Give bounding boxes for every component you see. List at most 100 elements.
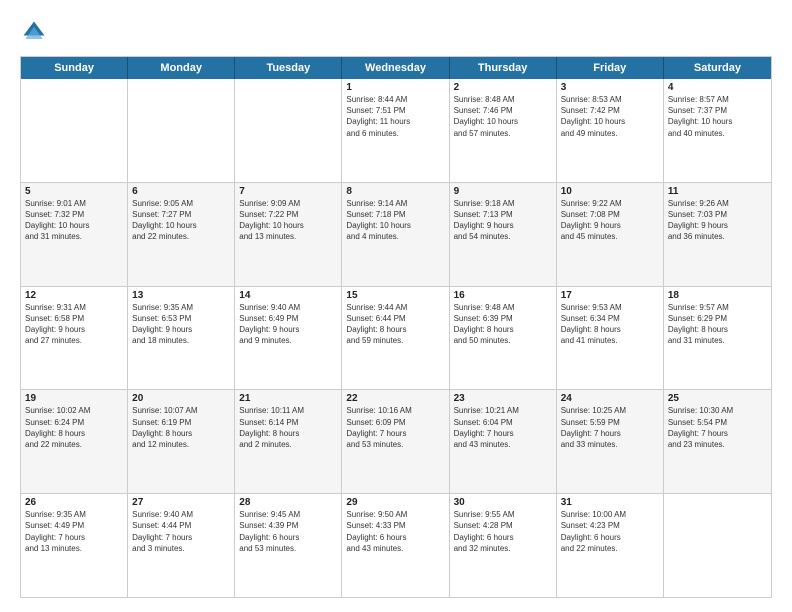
calendar-cell: 21Sunrise: 10:11 AM Sunset: 6:14 PM Dayl… [235, 390, 342, 493]
calendar-cell: 12Sunrise: 9:31 AM Sunset: 6:58 PM Dayli… [21, 287, 128, 390]
calendar-cell: 15Sunrise: 9:44 AM Sunset: 6:44 PM Dayli… [342, 287, 449, 390]
day-number: 7 [239, 186, 337, 197]
cell-info: Sunrise: 10:11 AM Sunset: 6:14 PM Daylig… [239, 405, 337, 450]
day-number: 25 [668, 393, 767, 404]
calendar-cell: 14Sunrise: 9:40 AM Sunset: 6:49 PM Dayli… [235, 287, 342, 390]
calendar-row: 12Sunrise: 9:31 AM Sunset: 6:58 PM Dayli… [21, 286, 771, 390]
day-number: 3 [561, 82, 659, 93]
day-number: 2 [454, 82, 552, 93]
day-number: 15 [346, 290, 444, 301]
calendar-cell: 10Sunrise: 9:22 AM Sunset: 7:08 PM Dayli… [557, 183, 664, 286]
calendar-cell: 30Sunrise: 9:55 AM Sunset: 4:28 PM Dayli… [450, 494, 557, 597]
cell-info: Sunrise: 10:07 AM Sunset: 6:19 PM Daylig… [132, 405, 230, 450]
calendar-cell: 9Sunrise: 9:18 AM Sunset: 7:13 PM Daylig… [450, 183, 557, 286]
calendar-cell: 5Sunrise: 9:01 AM Sunset: 7:32 PM Daylig… [21, 183, 128, 286]
day-number: 27 [132, 497, 230, 508]
calendar-cell: 26Sunrise: 9:35 AM Sunset: 4:49 PM Dayli… [21, 494, 128, 597]
calendar-cell: 3Sunrise: 8:53 AM Sunset: 7:42 PM Daylig… [557, 79, 664, 182]
calendar-cell: 17Sunrise: 9:53 AM Sunset: 6:34 PM Dayli… [557, 287, 664, 390]
day-number: 12 [25, 290, 123, 301]
calendar-cell: 27Sunrise: 9:40 AM Sunset: 4:44 PM Dayli… [128, 494, 235, 597]
calendar-row: 1Sunrise: 8:44 AM Sunset: 7:51 PM Daylig… [21, 79, 771, 182]
cell-info: Sunrise: 9:55 AM Sunset: 4:28 PM Dayligh… [454, 509, 552, 554]
cell-info: Sunrise: 9:09 AM Sunset: 7:22 PM Dayligh… [239, 198, 337, 243]
day-number: 30 [454, 497, 552, 508]
calendar-body: 1Sunrise: 8:44 AM Sunset: 7:51 PM Daylig… [21, 79, 771, 597]
day-number: 24 [561, 393, 659, 404]
weekday-header: Thursday [450, 57, 557, 79]
day-number: 20 [132, 393, 230, 404]
page: SundayMondayTuesdayWednesdayThursdayFrid… [0, 0, 792, 612]
cell-info: Sunrise: 9:35 AM Sunset: 4:49 PM Dayligh… [25, 509, 123, 554]
cell-info: Sunrise: 9:45 AM Sunset: 4:39 PM Dayligh… [239, 509, 337, 554]
weekday-header: Friday [557, 57, 664, 79]
day-number: 1 [346, 82, 444, 93]
cell-info: Sunrise: 10:02 AM Sunset: 6:24 PM Daylig… [25, 405, 123, 450]
cell-info: Sunrise: 9:53 AM Sunset: 6:34 PM Dayligh… [561, 302, 659, 347]
calendar-cell: 8Sunrise: 9:14 AM Sunset: 7:18 PM Daylig… [342, 183, 449, 286]
calendar-cell: 1Sunrise: 8:44 AM Sunset: 7:51 PM Daylig… [342, 79, 449, 182]
day-number: 10 [561, 186, 659, 197]
calendar-cell: 4Sunrise: 8:57 AM Sunset: 7:37 PM Daylig… [664, 79, 771, 182]
calendar-header: SundayMondayTuesdayWednesdayThursdayFrid… [21, 57, 771, 79]
calendar: SundayMondayTuesdayWednesdayThursdayFrid… [20, 56, 772, 598]
calendar-cell: 31Sunrise: 10:00 AM Sunset: 4:23 PM Dayl… [557, 494, 664, 597]
calendar-cell [664, 494, 771, 597]
calendar-cell: 11Sunrise: 9:26 AM Sunset: 7:03 PM Dayli… [664, 183, 771, 286]
cell-info: Sunrise: 10:30 AM Sunset: 5:54 PM Daylig… [668, 405, 767, 450]
calendar-cell: 13Sunrise: 9:35 AM Sunset: 6:53 PM Dayli… [128, 287, 235, 390]
calendar-cell: 6Sunrise: 9:05 AM Sunset: 7:27 PM Daylig… [128, 183, 235, 286]
weekday-header: Tuesday [235, 57, 342, 79]
day-number: 26 [25, 497, 123, 508]
calendar-cell: 7Sunrise: 9:09 AM Sunset: 7:22 PM Daylig… [235, 183, 342, 286]
calendar-cell: 28Sunrise: 9:45 AM Sunset: 4:39 PM Dayli… [235, 494, 342, 597]
header [20, 18, 772, 46]
calendar-cell: 23Sunrise: 10:21 AM Sunset: 6:04 PM Dayl… [450, 390, 557, 493]
calendar-row: 19Sunrise: 10:02 AM Sunset: 6:24 PM Dayl… [21, 389, 771, 493]
day-number: 9 [454, 186, 552, 197]
calendar-cell: 24Sunrise: 10:25 AM Sunset: 5:59 PM Dayl… [557, 390, 664, 493]
cell-info: Sunrise: 9:31 AM Sunset: 6:58 PM Dayligh… [25, 302, 123, 347]
calendar-cell: 29Sunrise: 9:50 AM Sunset: 4:33 PM Dayli… [342, 494, 449, 597]
day-number: 31 [561, 497, 659, 508]
day-number: 8 [346, 186, 444, 197]
day-number: 14 [239, 290, 337, 301]
weekday-header: Saturday [664, 57, 771, 79]
cell-info: Sunrise: 10:16 AM Sunset: 6:09 PM Daylig… [346, 405, 444, 450]
day-number: 6 [132, 186, 230, 197]
day-number: 13 [132, 290, 230, 301]
calendar-cell: 20Sunrise: 10:07 AM Sunset: 6:19 PM Dayl… [128, 390, 235, 493]
day-number: 4 [668, 82, 767, 93]
calendar-row: 5Sunrise: 9:01 AM Sunset: 7:32 PM Daylig… [21, 182, 771, 286]
day-number: 21 [239, 393, 337, 404]
day-number: 17 [561, 290, 659, 301]
calendar-cell [235, 79, 342, 182]
cell-info: Sunrise: 9:44 AM Sunset: 6:44 PM Dayligh… [346, 302, 444, 347]
weekday-header: Monday [128, 57, 235, 79]
day-number: 19 [25, 393, 123, 404]
cell-info: Sunrise: 10:25 AM Sunset: 5:59 PM Daylig… [561, 405, 659, 450]
day-number: 23 [454, 393, 552, 404]
cell-info: Sunrise: 9:40 AM Sunset: 6:49 PM Dayligh… [239, 302, 337, 347]
cell-info: Sunrise: 9:48 AM Sunset: 6:39 PM Dayligh… [454, 302, 552, 347]
calendar-cell: 19Sunrise: 10:02 AM Sunset: 6:24 PM Dayl… [21, 390, 128, 493]
calendar-cell [128, 79, 235, 182]
calendar-cell: 18Sunrise: 9:57 AM Sunset: 6:29 PM Dayli… [664, 287, 771, 390]
cell-info: Sunrise: 9:26 AM Sunset: 7:03 PM Dayligh… [668, 198, 767, 243]
cell-info: Sunrise: 9:40 AM Sunset: 4:44 PM Dayligh… [132, 509, 230, 554]
cell-info: Sunrise: 10:21 AM Sunset: 6:04 PM Daylig… [454, 405, 552, 450]
cell-info: Sunrise: 9:22 AM Sunset: 7:08 PM Dayligh… [561, 198, 659, 243]
logo-icon [20, 18, 48, 46]
cell-info: Sunrise: 10:00 AM Sunset: 4:23 PM Daylig… [561, 509, 659, 554]
calendar-cell [21, 79, 128, 182]
cell-info: Sunrise: 9:01 AM Sunset: 7:32 PM Dayligh… [25, 198, 123, 243]
cell-info: Sunrise: 8:57 AM Sunset: 7:37 PM Dayligh… [668, 94, 767, 139]
cell-info: Sunrise: 9:35 AM Sunset: 6:53 PM Dayligh… [132, 302, 230, 347]
day-number: 28 [239, 497, 337, 508]
day-number: 22 [346, 393, 444, 404]
cell-info: Sunrise: 9:14 AM Sunset: 7:18 PM Dayligh… [346, 198, 444, 243]
logo [20, 18, 52, 46]
cell-info: Sunrise: 8:44 AM Sunset: 7:51 PM Dayligh… [346, 94, 444, 139]
cell-info: Sunrise: 8:53 AM Sunset: 7:42 PM Dayligh… [561, 94, 659, 139]
day-number: 29 [346, 497, 444, 508]
